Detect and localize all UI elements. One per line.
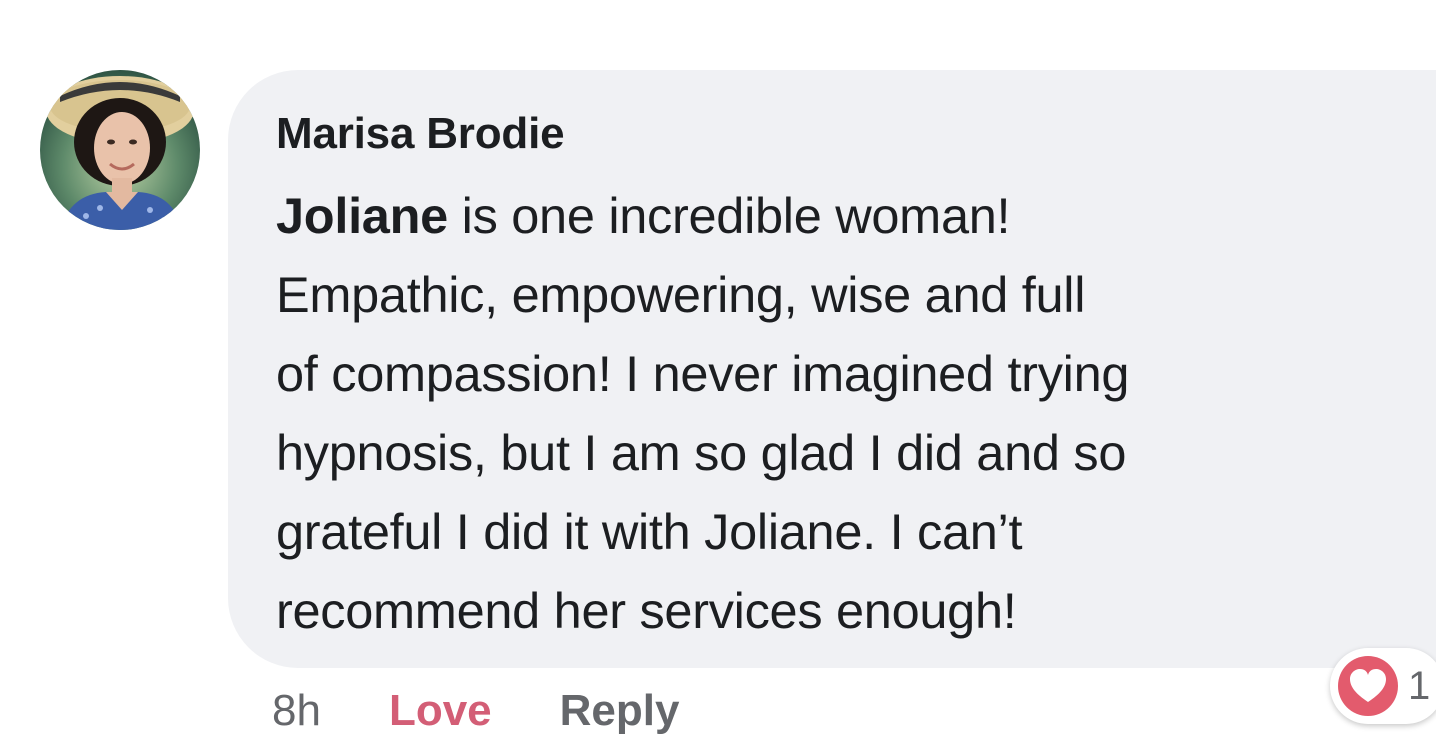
comment-line: hypnosis, but I am so glad I did and so	[276, 424, 1127, 481]
love-heart-icon	[1336, 654, 1400, 718]
comment-text: Joliane is one incredible woman! Empathi…	[276, 176, 1406, 650]
comment-line: of compassion! I never imagined trying	[276, 345, 1130, 402]
reaction-summary[interactable]: 1	[1330, 648, 1436, 724]
reaction-count: 1	[1408, 663, 1431, 708]
comment-line: Joliane is one incredible woman!	[276, 176, 1406, 255]
comment-bubble: Marisa Brodie Joliane is one incredible …	[228, 70, 1436, 668]
comment-line: Empathic, empowering, wise and full	[276, 266, 1086, 323]
avatar[interactable]	[40, 70, 200, 230]
mention-link[interactable]: Joliane	[276, 187, 448, 244]
comment-line: recommend her services enough!	[276, 582, 1017, 639]
comment-timestamp[interactable]: 8h	[272, 686, 321, 736]
love-button[interactable]: Love	[389, 686, 492, 736]
comment-actions: 8h Love Reply	[272, 680, 679, 742]
reply-button[interactable]: Reply	[560, 686, 680, 736]
avatar-photo-icon	[40, 70, 200, 230]
comment-line-text: is one incredible woman!	[447, 187, 1011, 244]
comment-thread: Marisa Brodie Joliane is one incredible …	[0, 0, 1436, 754]
comment-author[interactable]: Marisa Brodie	[276, 108, 1406, 160]
comment-line: grateful I did it with Joliane. I can’t	[276, 503, 1023, 560]
